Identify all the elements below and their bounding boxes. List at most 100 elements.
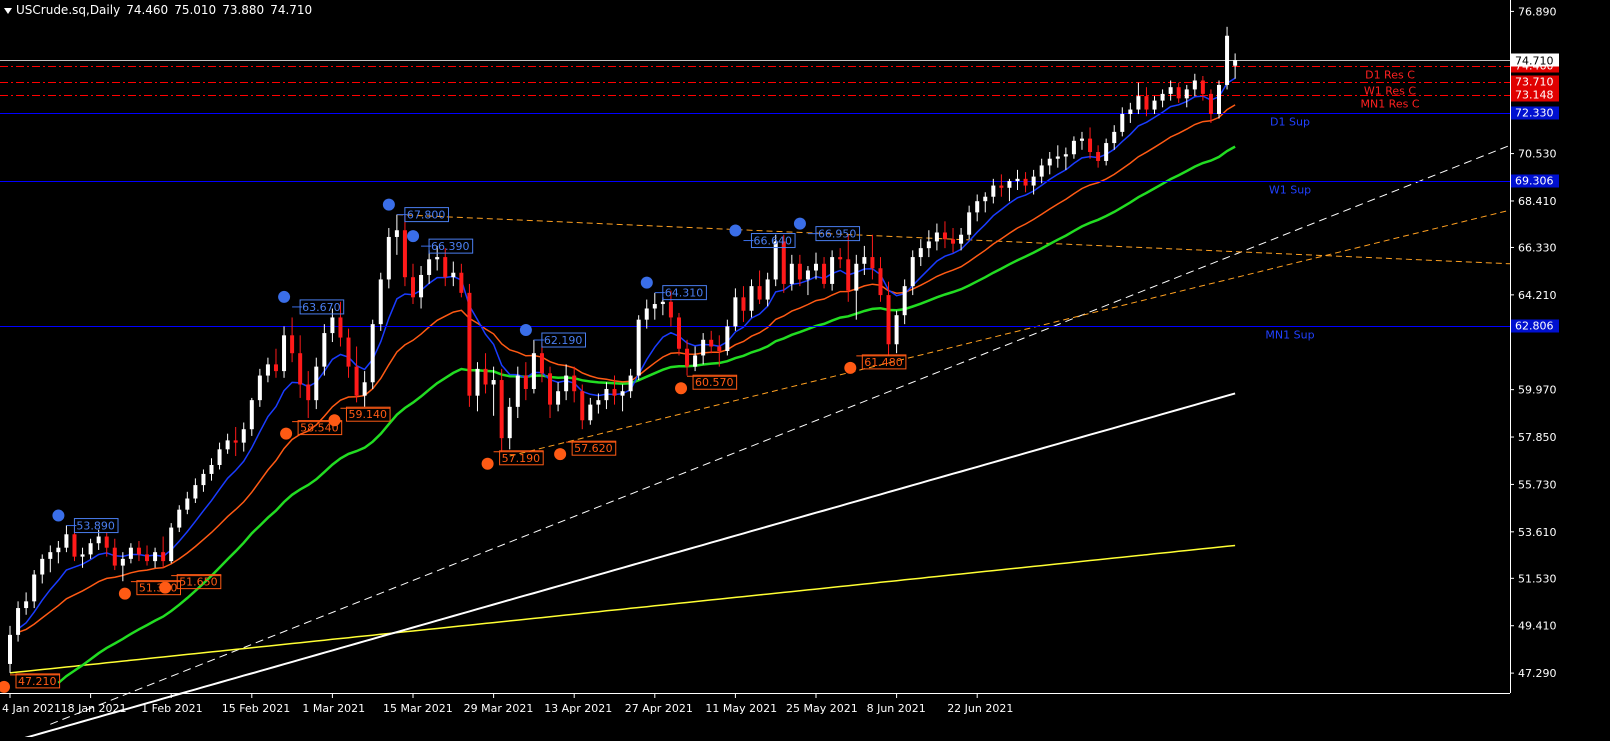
swing-low-marker <box>328 414 341 427</box>
candle-body <box>1233 60 1238 66</box>
candle-body <box>926 241 931 249</box>
symbol-label: USCrude.sq,Daily <box>16 3 121 17</box>
date-tick-label: 4 Jan 2021 <box>2 702 61 715</box>
candle-body <box>233 440 238 443</box>
high-value: 75.010 <box>174 3 217 17</box>
candle-body <box>1104 143 1109 161</box>
date-tick-label: 11 May 2021 <box>705 702 777 715</box>
candle-body <box>1136 96 1141 110</box>
candle-body <box>298 353 303 385</box>
swing-high-4-label: 62.190 <box>544 334 583 347</box>
candle-body <box>56 547 61 553</box>
candle-body <box>797 263 802 280</box>
candle-body <box>282 335 287 372</box>
swing-high-marker <box>52 509 65 522</box>
candle-body <box>951 239 956 244</box>
candle-body <box>878 268 883 296</box>
candle-body <box>177 509 182 528</box>
candle-body <box>1055 156 1060 159</box>
candle-body <box>1079 138 1084 141</box>
candle-body <box>765 279 770 300</box>
swing-low-marker <box>280 427 293 440</box>
candle-body <box>32 574 37 602</box>
candle-body <box>1225 35 1230 85</box>
candle-body <box>209 464 214 474</box>
candle-body <box>668 301 673 318</box>
candle-body <box>386 236 391 280</box>
date-tick-label: 27 Apr 2021 <box>625 702 693 715</box>
candle-body <box>443 257 448 278</box>
chart-background <box>0 0 1610 737</box>
candle-body <box>709 339 714 347</box>
candle-body <box>918 248 923 258</box>
candle-body <box>846 259 851 291</box>
candle-body <box>1160 93 1165 101</box>
candle <box>467 283 472 407</box>
candle-body <box>330 317 335 334</box>
candle-body <box>64 534 69 548</box>
candle-body <box>225 440 230 450</box>
candle-body <box>1176 87 1181 99</box>
candle-body <box>201 473 206 486</box>
level-tag-text-2: 73.148 <box>1515 89 1554 102</box>
candle-body <box>1200 80 1205 94</box>
swing-low-marker <box>554 448 567 461</box>
date-tick-label: 1 Feb 2021 <box>141 702 202 715</box>
candle-body <box>370 324 375 383</box>
candle-body <box>72 534 77 557</box>
candle-body <box>604 388 609 401</box>
candle-body <box>96 536 101 544</box>
candle-body <box>402 230 407 278</box>
chart-title-bar: USCrude.sq,Daily 74.460 75.010 73.880 74.710 <box>4 3 318 17</box>
candle-body <box>636 319 641 376</box>
price-chart[interactable]: D1 Res C74.460W1 Res C73.710MN1 Res C73.… <box>0 0 1610 741</box>
swing-high-marker <box>382 198 395 211</box>
candle-body <box>1192 80 1197 90</box>
price-tick-label: 49.410 <box>1518 620 1557 633</box>
candle-body <box>499 380 504 439</box>
swing-low-marker <box>481 457 494 470</box>
candle-body <box>427 259 432 275</box>
candle-body <box>80 554 85 557</box>
candle-body <box>805 270 810 280</box>
candle-body <box>24 601 29 609</box>
candle-body <box>8 634 12 664</box>
candle-body <box>1023 178 1028 186</box>
chevron-down-icon[interactable] <box>4 7 12 14</box>
level-label-4: W1 Sup <box>1269 184 1311 197</box>
swing-low-marker <box>118 587 131 600</box>
candle-body <box>1168 87 1173 94</box>
price-tick-label: 68.410 <box>1518 195 1557 208</box>
date-tick-label: 15 Feb 2021 <box>222 702 290 715</box>
candle-body <box>1071 140 1076 155</box>
candle-body <box>620 391 625 396</box>
chart-window[interactable]: D1 Res C74.460W1 Res C73.710MN1 Res C73.… <box>0 0 1610 741</box>
candle-body <box>467 292 472 396</box>
candle-body <box>757 286 762 300</box>
candle-body <box>48 552 53 559</box>
candle <box>1217 80 1221 119</box>
candle-body <box>16 608 21 635</box>
date-tick-label: 1 Mar 2021 <box>302 702 365 715</box>
level-label-2: MN1 Res C <box>1360 98 1419 111</box>
price-tick-label: 70.530 <box>1518 148 1557 161</box>
candle-body <box>580 391 585 421</box>
candle-body <box>983 196 988 202</box>
swing-low-7-label: 60.570 <box>695 376 734 389</box>
swing-low-6-label: 57.620 <box>574 442 613 455</box>
swing-low-marker <box>159 581 172 594</box>
swing-high-0-label: 53.890 <box>76 520 115 533</box>
swing-low-marker <box>844 361 857 374</box>
candle-body <box>862 257 867 264</box>
candle <box>636 315 641 381</box>
candle-body <box>273 364 278 372</box>
date-tick-label: 8 Jun 2021 <box>867 702 926 715</box>
candle-body <box>894 315 899 345</box>
level-tag-text-3: 72.330 <box>1515 107 1554 120</box>
candle-body <box>185 498 190 510</box>
candle-body <box>1152 100 1157 110</box>
candle-body <box>991 185 996 197</box>
candle-body <box>902 286 907 316</box>
candle-body <box>967 212 972 235</box>
candle-body <box>378 279 383 325</box>
